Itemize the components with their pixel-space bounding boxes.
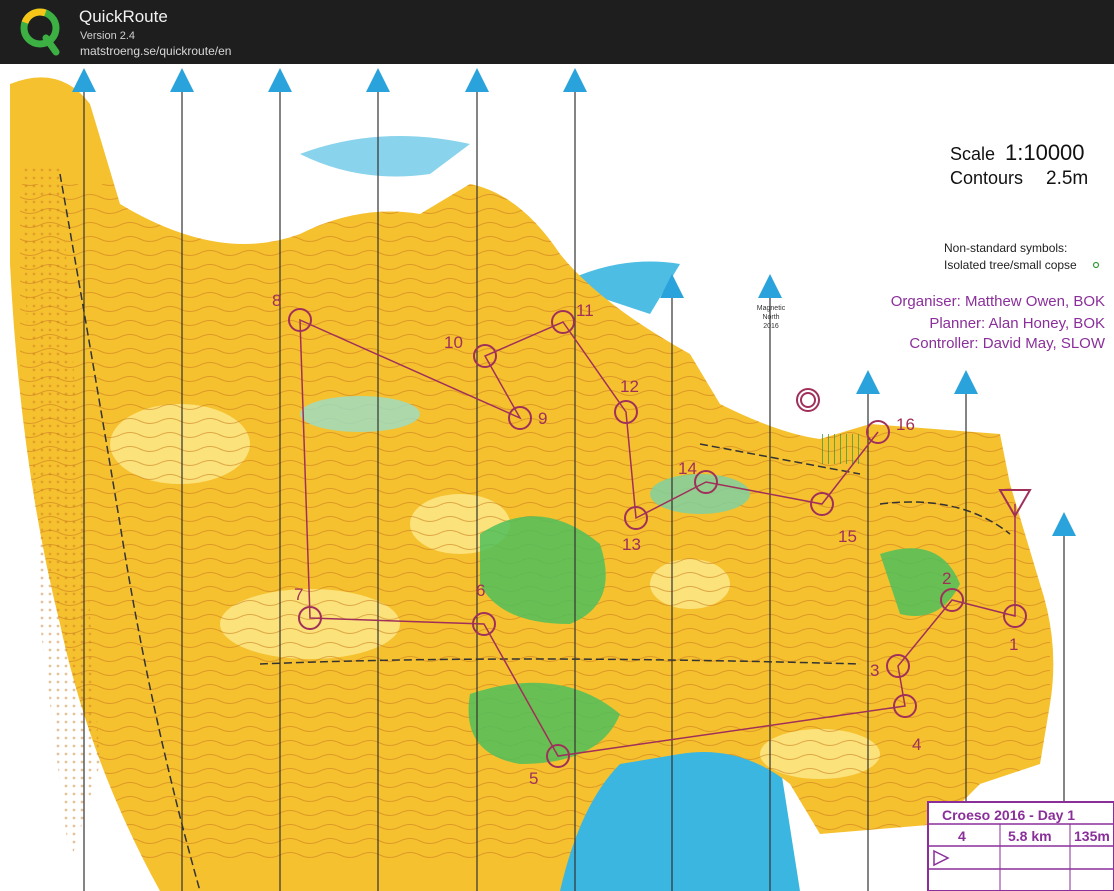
title-bar: QuickRoute Version 2.4 matstroeng.se/qui…	[0, 0, 1114, 64]
course-length: 5.8 km	[1008, 828, 1052, 844]
planner-text: Planner: Alan Honey, BOK	[929, 315, 1105, 332]
svg-text:2016: 2016	[763, 323, 779, 330]
nonstandard-title: Non-standard symbols:	[944, 241, 1067, 255]
control-label: 15	[838, 527, 857, 546]
contours-label: Contours	[950, 168, 1023, 188]
control-label: 10	[444, 333, 463, 352]
control-label: 3	[870, 661, 879, 680]
control-label: 7	[294, 585, 303, 604]
control-label: 11	[576, 301, 594, 320]
app-url[interactable]: matstroeng.se/quickroute/en	[80, 44, 231, 58]
organiser-text: Organiser: Matthew Owen, BOK	[891, 293, 1105, 310]
app-version: Version 2.4	[80, 30, 136, 42]
map-canvas: 1 2 3 4 5 6 7 8 9 10 11 12 13 14 15 16 S…	[0, 64, 1114, 891]
control-label: 16	[896, 415, 915, 434]
marsh-area	[820, 434, 860, 464]
control-label: 2	[942, 569, 951, 588]
control-label: 14	[678, 459, 697, 478]
control-label: 1	[1009, 635, 1018, 654]
course-number: 4	[958, 828, 966, 844]
control-label: 8	[272, 291, 281, 310]
app-title: QuickRoute	[79, 7, 168, 26]
control-label: 5	[529, 769, 538, 788]
scale-value: 1:10000	[1005, 140, 1085, 165]
event-title: Croeso 2016 - Day 1	[942, 807, 1075, 823]
course-info-box: Croeso 2016 - Day 1 4 5.8 km 135m	[927, 801, 1114, 891]
control-label: 12	[620, 377, 639, 396]
contours-value: 2.5m	[1046, 168, 1088, 189]
orienteering-map[interactable]: 1 2 3 4 5 6 7 8 9 10 11 12 13 14 15 16 S…	[0, 64, 1114, 891]
svg-text:North: North	[762, 314, 779, 321]
control-label: 6	[476, 581, 485, 600]
scale-label: Scale	[950, 144, 995, 164]
control-label: 4	[912, 735, 921, 754]
control-label: 13	[622, 535, 641, 554]
course-climb: 135m	[1074, 828, 1110, 844]
control-label: 9	[538, 409, 547, 428]
quickroute-logo-icon	[20, 8, 60, 56]
svg-text:Magnetic: Magnetic	[757, 305, 786, 312]
controller-text: Controller: David May, SLOW	[909, 335, 1105, 352]
nonstandard-item: Isolated tree/small copse	[944, 258, 1077, 272]
